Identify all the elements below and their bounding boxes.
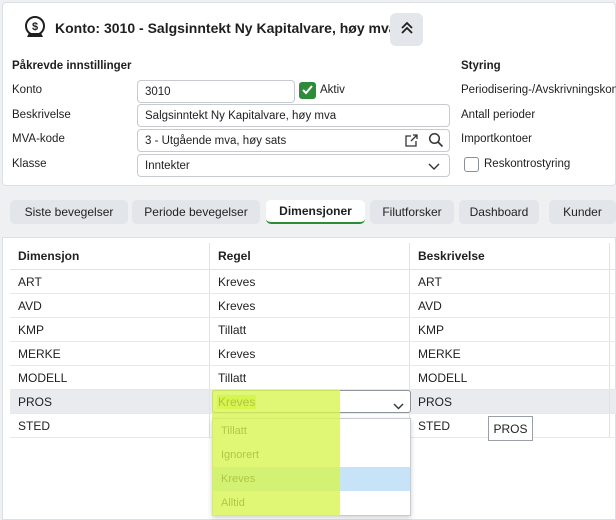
- klasse-label: Klasse: [12, 158, 47, 170]
- header-beskrivelse[interactable]: Beskrivelse: [410, 243, 610, 269]
- cell-regel: Tillatt: [210, 366, 410, 389]
- header-dimensjon[interactable]: Dimensjon: [10, 243, 210, 269]
- page-title: Konto: 3010 - Salgsinntekt Ny Kapitalvar…: [55, 20, 397, 36]
- account-settings-panel: $ Konto: 3010 - Salgsinntekt Ny Kapitalv…: [2, 2, 616, 186]
- importkontoer-label: Importkontoer: [461, 133, 532, 145]
- cell-dimensjon: KMP: [10, 318, 210, 341]
- table-row[interactable]: MODELL Tillatt MODELL: [10, 366, 616, 390]
- chevron-down-icon: [393, 399, 404, 413]
- option-kreves[interactable]: Kreves: [213, 467, 410, 491]
- table-row[interactable]: KMP Tillatt KMP: [10, 318, 616, 342]
- regel-cell-editor[interactable]: Kreves: [212, 390, 411, 413]
- antall-perioder-label: Antall perioder: [461, 109, 536, 121]
- tab-siste-bevegelser[interactable]: Siste bevegelser: [10, 200, 128, 224]
- tab-dashboard[interactable]: Dashboard: [459, 200, 539, 224]
- klasse-select[interactable]: Inntekter: [137, 154, 450, 177]
- aktiv-checkbox[interactable]: [299, 82, 316, 99]
- cell-regel: Kreves: [210, 270, 410, 293]
- regel-options-list: Tillatt Ignorert Kreves Alltid: [212, 418, 411, 516]
- cell-dimensjon: ART: [10, 270, 210, 293]
- reskontro-label: Reskontrostyring: [484, 158, 571, 170]
- grid-header: Dimensjon Regel Beskrivelse: [10, 243, 616, 270]
- table-row[interactable]: AVD Kreves AVD: [10, 294, 616, 318]
- tab-filutforsker[interactable]: Filutforsker: [370, 200, 454, 224]
- klasse-value: Inntekter: [145, 159, 190, 172]
- tab-periode-bevegelser[interactable]: Periode bevegelser: [132, 200, 260, 224]
- chevron-down-icon: [428, 160, 440, 174]
- option-alltid[interactable]: Alltid: [213, 491, 410, 515]
- option-tillatt[interactable]: Tillatt: [213, 419, 410, 443]
- cell-dimensjon: MERKE: [10, 342, 210, 365]
- cell-beskrivelse: PROS: [410, 390, 610, 413]
- konto-value: 3010: [145, 85, 171, 98]
- cell-beskrivelse: KMP: [410, 318, 610, 341]
- svg-text:$: $: [32, 21, 38, 33]
- chevron-double-up-icon: [399, 20, 415, 39]
- reskontro-checkbox[interactable]: [464, 157, 479, 172]
- tab-kunder[interactable]: Kunder: [549, 200, 616, 224]
- beskrivelse-input[interactable]: Salgsinntekt Ny Kapitalvare, høy mva: [137, 104, 450, 127]
- editor-value: Kreves: [217, 394, 257, 409]
- tooltip: PROS: [488, 416, 533, 441]
- konto-label: Konto: [12, 84, 43, 96]
- required-section-title: Påkrevde innstillinger: [12, 60, 132, 72]
- table-row[interactable]: MERKE Kreves MERKE: [10, 342, 616, 366]
- open-external-icon[interactable]: [404, 133, 419, 151]
- mva-label: MVA-kode: [12, 133, 65, 145]
- beskrivelse-label: Beskrivelse: [12, 109, 71, 121]
- money-bag-icon: $: [22, 15, 48, 41]
- cell-regel: Kreves: [210, 294, 410, 317]
- collapse-button[interactable]: [390, 13, 423, 46]
- cell-beskrivelse: MODELL: [410, 366, 610, 389]
- option-ignorert[interactable]: Ignorert: [213, 443, 410, 467]
- cell-dimensjon: PROS: [10, 390, 210, 413]
- aktiv-label: Aktiv: [320, 84, 345, 96]
- check-icon: [301, 83, 314, 99]
- cell-regel: Tillatt: [210, 318, 410, 341]
- periodisering-label: Periodisering-/Avskrivningskont: [461, 84, 616, 96]
- search-icon[interactable]: [428, 132, 444, 151]
- cell-dimensjon: STED: [10, 414, 210, 437]
- mva-value: 3 - Utgående mva, høy sats: [145, 134, 287, 147]
- header-regel[interactable]: Regel: [210, 243, 410, 269]
- cell-regel: Kreves: [210, 342, 410, 365]
- cell-beskrivelse: AVD: [410, 294, 610, 317]
- styring-section-title: Styring: [461, 60, 501, 72]
- cell-beskrivelse: MERKE: [410, 342, 610, 365]
- table-row[interactable]: ART Kreves ART: [10, 270, 616, 294]
- cell-beskrivelse: ART: [410, 270, 610, 293]
- beskrivelse-value: Salgsinntekt Ny Kapitalvare, høy mva: [145, 109, 337, 122]
- konto-input[interactable]: 3010: [137, 80, 295, 103]
- cell-dimensjon: MODELL: [10, 366, 210, 389]
- cell-dimensjon: AVD: [10, 294, 210, 317]
- tab-dimensjoner[interactable]: Dimensjoner: [266, 200, 365, 224]
